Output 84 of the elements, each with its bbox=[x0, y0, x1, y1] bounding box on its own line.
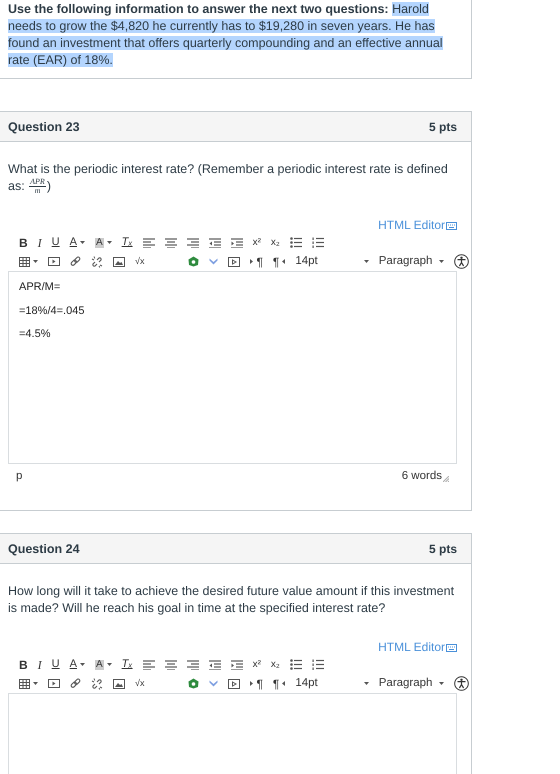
italic-button[interactable]: I bbox=[32, 234, 47, 251]
points-label: 5 pts bbox=[428, 120, 457, 134]
align-right-icon bbox=[186, 660, 199, 670]
keyboard-icon bbox=[446, 220, 457, 230]
media-icon bbox=[48, 679, 60, 688]
subscript-button[interactable]: x₂ bbox=[266, 234, 285, 251]
link-icon bbox=[70, 256, 81, 268]
caret-icon bbox=[106, 663, 112, 666]
clear-format-button[interactable]: Tₓ bbox=[116, 234, 138, 251]
question-title: Question 24 bbox=[8, 542, 80, 556]
arrow-icon bbox=[250, 681, 254, 686]
unlink-icon bbox=[91, 256, 103, 268]
ltr-button[interactable]: ¶ bbox=[245, 254, 268, 270]
caret-icon bbox=[364, 260, 369, 264]
indent-icon bbox=[230, 660, 243, 670]
align-right-icon bbox=[186, 238, 199, 248]
rtl-button[interactable]: ¶ bbox=[268, 254, 290, 270]
caret-icon bbox=[106, 241, 112, 244]
bullet-list-icon bbox=[290, 659, 302, 670]
underline-button[interactable]: U bbox=[46, 234, 65, 251]
superscript-button[interactable]: x² bbox=[248, 234, 266, 251]
link-icon bbox=[70, 678, 81, 690]
align-left-icon bbox=[142, 238, 155, 248]
equation-button[interactable]: √x bbox=[130, 254, 150, 270]
table-icon bbox=[19, 678, 30, 689]
element-path: p bbox=[16, 470, 22, 482]
points-label: 5 pts bbox=[428, 542, 457, 556]
app-icon bbox=[188, 256, 200, 268]
word-count: 6 words bbox=[402, 470, 442, 482]
font-color-button[interactable]: A bbox=[64, 234, 90, 251]
caret-icon bbox=[80, 241, 85, 244]
bold-button[interactable]: B bbox=[14, 656, 33, 673]
bullet-list-icon bbox=[290, 237, 302, 248]
app-icon bbox=[188, 678, 200, 690]
arrow-icon bbox=[250, 259, 254, 264]
bold-button[interactable]: B bbox=[14, 234, 33, 251]
align-center-icon bbox=[164, 238, 177, 248]
instructions-text: Use the following information to answer the next two questions: Harold needs to grow the $4,820 he currently has to $19,280 in seven years. He has found an investment that offers quarterly compounding and an effective annual rate (EAR) of 18%. bbox=[8, 1, 444, 69]
italic-button[interactable]: I bbox=[32, 656, 47, 673]
keyboard-icon bbox=[446, 642, 457, 652]
table-icon bbox=[19, 256, 30, 267]
caret-icon bbox=[33, 682, 38, 686]
align-center-icon bbox=[164, 660, 177, 670]
align-left-icon bbox=[142, 660, 155, 670]
dropdown[interactable]: Paragraph bbox=[374, 676, 450, 692]
caret-icon bbox=[80, 663, 85, 666]
question-title: Question 23 bbox=[8, 120, 80, 134]
answer-box[interactable]: APR/M= =18%/4=.045 =4.5% bbox=[8, 271, 457, 464]
equation-button[interactable]: √x bbox=[130, 676, 150, 692]
dropdown[interactable]: 14pt bbox=[290, 254, 374, 270]
expand-icon bbox=[209, 680, 218, 688]
image-icon bbox=[113, 256, 125, 267]
caret-icon bbox=[439, 260, 444, 264]
embed-icon bbox=[228, 256, 240, 267]
font-color-button[interactable]: A bbox=[64, 656, 90, 673]
ltr-button[interactable]: ¶ bbox=[245, 676, 268, 692]
underline-button[interactable]: U bbox=[46, 656, 65, 673]
background-color-button[interactable]: A bbox=[90, 234, 117, 251]
embed-icon bbox=[228, 678, 240, 689]
dropdown[interactable]: 14pt bbox=[290, 676, 374, 692]
dropdown[interactable]: Paragraph bbox=[374, 254, 450, 270]
caret-icon bbox=[364, 682, 369, 686]
accessibility-icon bbox=[454, 676, 470, 692]
caret-icon bbox=[33, 260, 38, 264]
superscript-button[interactable]: x² bbox=[248, 656, 266, 673]
numbered-list-icon bbox=[312, 237, 324, 248]
indent-icon bbox=[230, 238, 243, 248]
numbered-list-icon bbox=[312, 659, 324, 670]
background-color-button[interactable]: A bbox=[90, 656, 117, 673]
outdent-icon bbox=[208, 238, 221, 248]
accessibility-icon bbox=[454, 254, 470, 270]
clear-format-button[interactable]: Tₓ bbox=[116, 656, 138, 673]
subscript-button[interactable]: x₂ bbox=[266, 656, 285, 673]
outdent-icon bbox=[208, 660, 221, 670]
rtl-button[interactable]: ¶ bbox=[268, 676, 290, 692]
caret-icon bbox=[439, 682, 444, 686]
expand-icon bbox=[209, 258, 218, 266]
image-icon bbox=[113, 678, 125, 689]
unlink-icon bbox=[91, 678, 103, 690]
media-icon bbox=[48, 257, 60, 266]
arrow-icon bbox=[282, 259, 286, 264]
resize-handle-icon[interactable] bbox=[443, 476, 449, 482]
arrow-icon bbox=[282, 681, 286, 686]
question-text: How long will it take to achieve the desired future value amount if this investment is made? Will he reach his goal in time at the specified interest rate? bbox=[8, 583, 456, 618]
